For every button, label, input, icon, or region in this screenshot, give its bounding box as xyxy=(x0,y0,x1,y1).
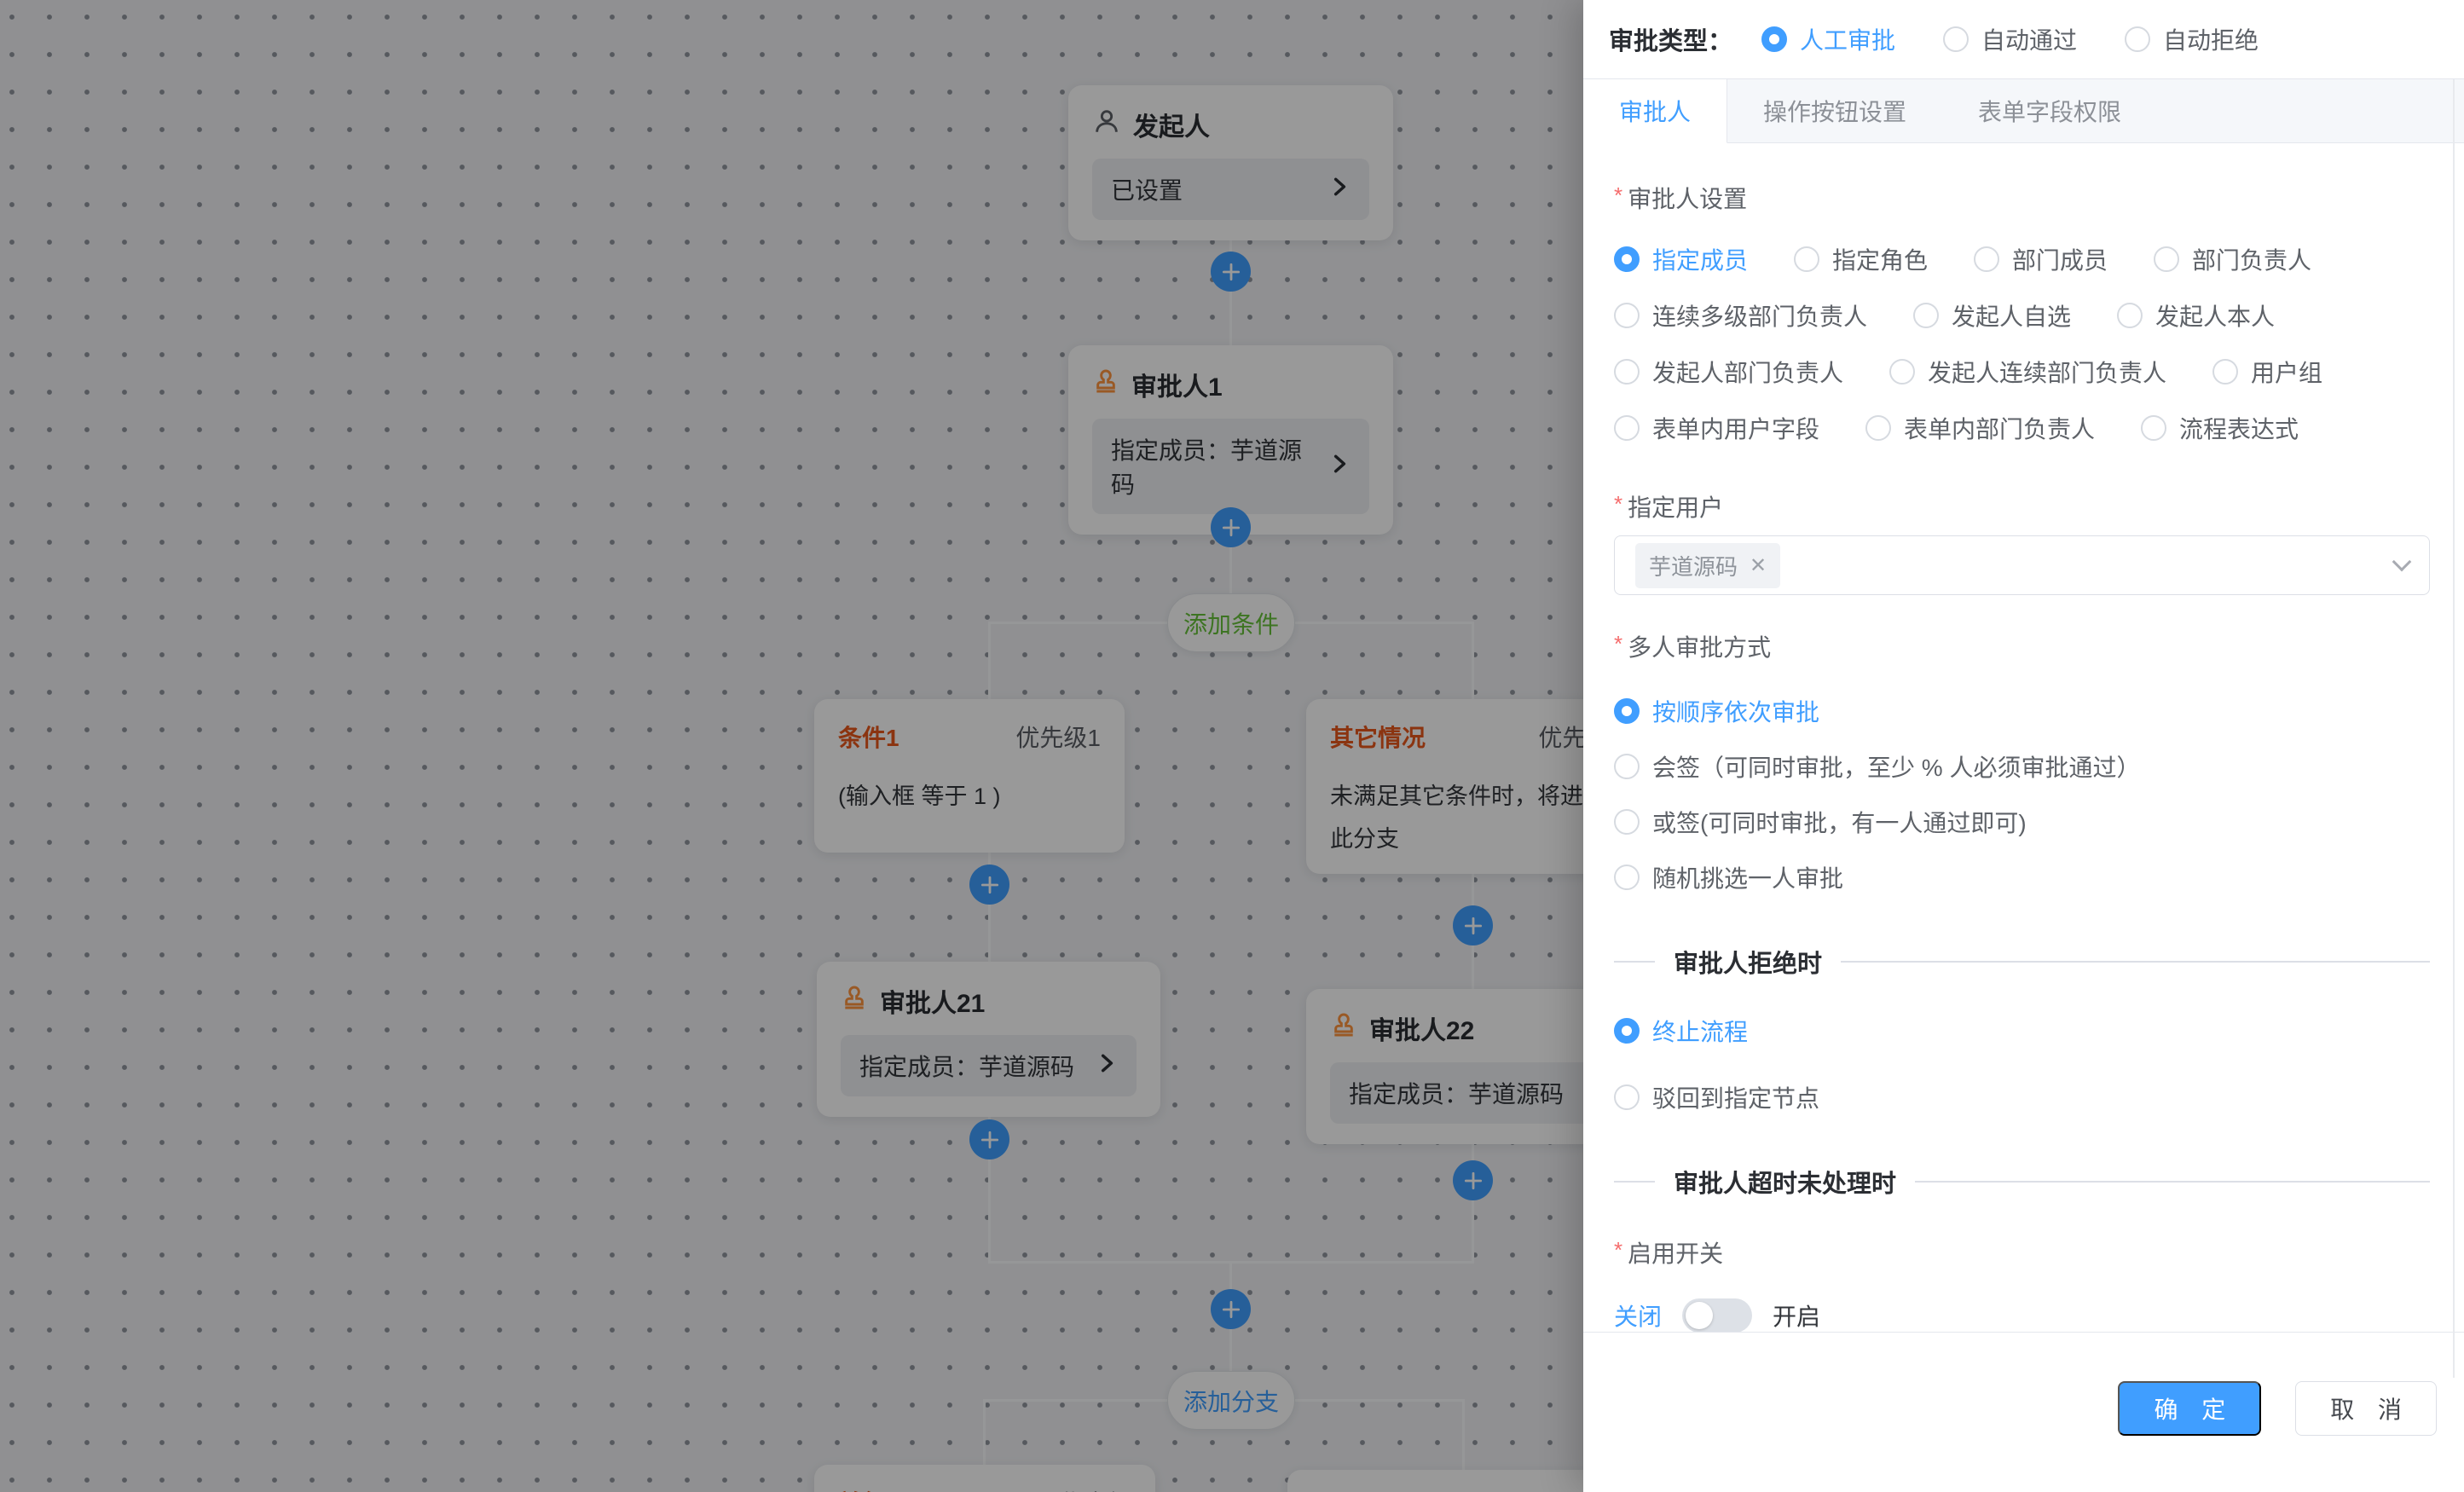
toggle-knob xyxy=(1686,1302,1713,1329)
approver-setting-row1: 指定成员 指定角色 部门成员 部门负责人 xyxy=(1614,242,2430,276)
radio-dept-member[interactable]: 部门成员 xyxy=(1974,242,2108,276)
drawer-footer: 确 定 取 消 xyxy=(1583,1332,2464,1492)
radio-icon xyxy=(1974,246,1999,272)
radio-random-one[interactable]: 随机挑选一人审批 xyxy=(1614,860,2430,894)
radio-process-expression[interactable]: 流程表达式 xyxy=(2141,411,2299,445)
radio-terminate-process[interactable]: 终止流程 xyxy=(1614,1014,2430,1048)
config-scroll-area[interactable]: * 审批人设置 指定成员 指定角色 部门成员 部门负责人 xyxy=(1583,143,2464,1332)
radio-icon xyxy=(1614,809,1640,835)
approval-type-label: 审批类型： xyxy=(1609,21,1732,57)
radio-initiator-choose[interactable]: 发起人自选 xyxy=(1913,298,2071,333)
radio-return-to-node[interactable]: 驳回到指定节点 xyxy=(1614,1080,2430,1114)
radio-orsign[interactable]: 或签(可同时审批，有一人通过即可) xyxy=(1614,805,2430,839)
approval-type-radio-group: 人工审批 自动通过 自动拒绝 xyxy=(1761,22,2259,56)
radio-assigned-role[interactable]: 指定角色 xyxy=(1794,242,1928,276)
radio-icon xyxy=(1889,359,1915,385)
radio-dept-leader[interactable]: 部门负责人 xyxy=(2154,242,2311,276)
approver-setting-row2: 连续多级部门负责人 发起人自选 发起人本人 xyxy=(1614,298,2430,333)
radio-form-user-field[interactable]: 表单内用户字段 xyxy=(1614,411,1819,445)
chevron-down-icon xyxy=(2392,552,2412,572)
required-asterisk: * xyxy=(1614,182,1622,209)
radio-icon xyxy=(1614,1084,1640,1110)
radio-icon xyxy=(1614,865,1640,890)
radio-icon xyxy=(1614,754,1640,779)
radio-initiator-multi-dept-leader[interactable]: 发起人连续部门负责人 xyxy=(1889,355,2166,389)
tab-approver[interactable]: 审批人 xyxy=(1583,79,1727,143)
switch-off-label: 关闭 xyxy=(1614,1298,1662,1332)
radio-icon xyxy=(1614,1018,1640,1044)
radio-user-group[interactable]: 用户组 xyxy=(2212,355,2322,389)
confirm-button[interactable]: 确 定 xyxy=(2118,1381,2261,1436)
radio-icon xyxy=(1865,415,1891,441)
radio-auto-reject[interactable]: 自动拒绝 xyxy=(2125,22,2259,56)
workflow-designer: 发起人 已设置 审批人1 xyxy=(0,0,2464,1492)
panel-scroll-track xyxy=(2453,79,2455,1378)
tab-action-buttons[interactable]: 操作按钮设置 xyxy=(1727,79,1942,142)
radio-initiator-dept-leader[interactable]: 发起人部门负责人 xyxy=(1614,355,1843,389)
required-asterisk: * xyxy=(1614,491,1622,518)
approver-setting-row3: 发起人部门负责人 发起人连续部门负责人 用户组 xyxy=(1614,355,2430,389)
config-tabs: 审批人 操作按钮设置 表单字段权限 xyxy=(1583,78,2464,143)
assigned-user-label: * 指定用户 xyxy=(1614,489,2430,523)
required-asterisk: * xyxy=(1614,631,1622,657)
radio-icon xyxy=(2141,415,2166,441)
approver-setting-row4: 表单内用户字段 表单内部门负责人 流程表达式 xyxy=(1614,411,2430,445)
radio-icon xyxy=(1614,415,1640,441)
approver-config-drawer: 审批类型： 人工审批 自动通过 自动拒绝 审批人 操作按钮设置 表单字 xyxy=(1583,0,2464,1492)
radio-manual-approval[interactable]: 人工审批 xyxy=(1761,22,1895,56)
radio-form-dept-leader[interactable]: 表单内部门负责人 xyxy=(1865,411,2095,445)
radio-icon xyxy=(1913,303,1939,328)
multi-mode-label: * 多人审批方式 xyxy=(1614,629,2430,663)
radio-sequential[interactable]: 按顺序依次审批 xyxy=(1614,694,2430,728)
user-tag: 芋道源码 ✕ xyxy=(1635,543,1780,588)
radio-icon xyxy=(1943,26,1969,52)
radio-icon xyxy=(1761,26,1787,52)
radio-icon xyxy=(1614,246,1640,272)
radio-icon xyxy=(2154,246,2179,272)
radio-icon xyxy=(2125,26,2150,52)
radio-assigned-member[interactable]: 指定成员 xyxy=(1614,242,1748,276)
radio-auto-pass[interactable]: 自动通过 xyxy=(1943,22,2077,56)
radio-countersign[interactable]: 会签（可同时审批，至少 % 人必须审批通过） xyxy=(1614,749,2430,784)
tab-form-field-permission[interactable]: 表单字段权限 xyxy=(1942,79,2157,142)
radio-icon xyxy=(2117,303,2143,328)
radio-icon xyxy=(1614,359,1640,385)
assigned-user-select[interactable]: 芋道源码 ✕ xyxy=(1614,535,2430,595)
radio-icon xyxy=(1614,303,1640,328)
required-asterisk: * xyxy=(1614,1237,1622,1264)
enable-switch-label: * 启用开关 xyxy=(1614,1235,2430,1269)
enable-switch-row: 关闭 开启 xyxy=(1614,1298,2430,1332)
timeout-section-divider: 审批人超时未处理时 xyxy=(1614,1164,2430,1200)
radio-initiator-self[interactable]: 发起人本人 xyxy=(2117,298,2275,333)
cancel-button[interactable]: 取 消 xyxy=(2295,1381,2437,1436)
radio-icon xyxy=(2212,359,2238,385)
remove-tag-icon[interactable]: ✕ xyxy=(1750,553,1767,578)
enable-toggle[interactable] xyxy=(1682,1298,1752,1332)
radio-multi-level-dept-leader[interactable]: 连续多级部门负责人 xyxy=(1614,298,1867,333)
approver-setting-label: * 审批人设置 xyxy=(1614,181,2430,215)
radio-icon xyxy=(1794,246,1819,272)
switch-on-label: 开启 xyxy=(1773,1298,1820,1332)
radio-icon xyxy=(1614,698,1640,724)
reject-section-divider: 审批人拒绝时 xyxy=(1614,944,2430,980)
